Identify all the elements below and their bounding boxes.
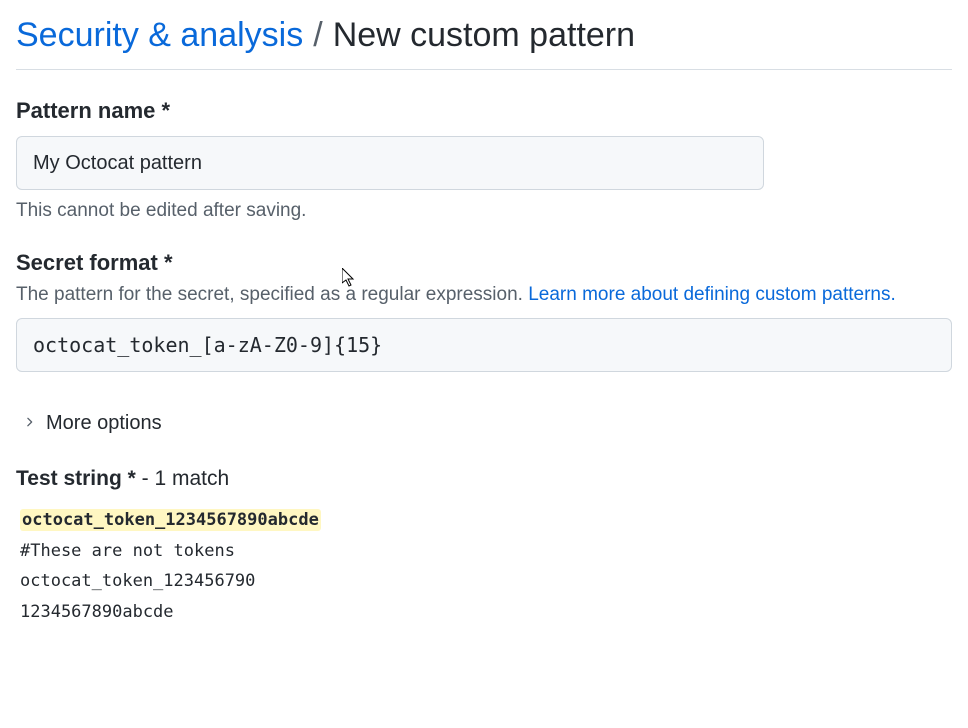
secret-format-group: Secret format * The pattern for the secr…	[16, 250, 952, 372]
breadcrumb-parent-link[interactable]: Security & analysis	[16, 16, 303, 55]
test-string-group: Test string * - 1 match octocat_token_12…	[16, 467, 952, 629]
page-title: New custom pattern	[333, 16, 635, 55]
test-string-heading: Test string * - 1 match	[16, 467, 952, 491]
pattern-name-group: Pattern name * This cannot be edited aft…	[16, 98, 952, 222]
test-string-line: 1234567890abcde	[20, 602, 174, 622]
secret-format-description: The pattern for the secret, specified as…	[16, 284, 952, 306]
learn-more-link[interactable]: Learn more about defining custom pattern…	[528, 284, 896, 305]
more-options-label: More options	[46, 412, 162, 435]
pattern-name-label: Pattern name *	[16, 98, 952, 124]
test-string-area[interactable]: octocat_token_1234567890abcde #These are…	[16, 503, 952, 629]
pattern-name-input[interactable]	[16, 136, 764, 190]
chevron-right-icon	[22, 412, 36, 435]
test-string-match-highlight: octocat_token_1234567890abcde	[20, 509, 321, 531]
page-header: Security & analysis / New custom pattern	[16, 16, 952, 70]
secret-format-label: Secret format *	[16, 250, 952, 276]
pattern-name-note: This cannot be edited after saving.	[16, 200, 952, 222]
test-string-match-count: - 1 match	[136, 467, 229, 490]
test-string-label: Test string *	[16, 467, 136, 490]
secret-format-input[interactable]	[16, 318, 952, 372]
test-string-line: #These are not tokens	[20, 541, 235, 561]
breadcrumb-separator: /	[313, 16, 322, 55]
test-string-line: octocat_token_123456790	[20, 571, 255, 591]
secret-format-desc-text: The pattern for the secret, specified as…	[16, 284, 528, 305]
more-options-toggle[interactable]: More options	[22, 408, 162, 439]
